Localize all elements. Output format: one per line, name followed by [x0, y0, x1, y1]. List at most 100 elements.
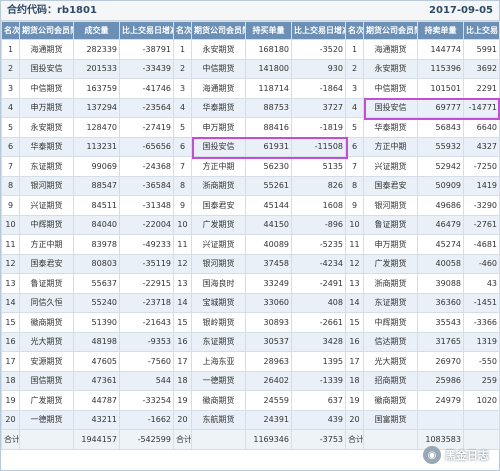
cell-rank: 9 [345, 195, 364, 216]
table-row[interactable]: 4 申万期货 137294 -23564 4 华泰期货 88753 3727 4 国投安信 6977… [1, 97, 500, 118]
table-row[interactable]: 12 国泰君安 80803 -35119 12 银河期货 37458 -4234 12 广发期货 4… [1, 253, 500, 274]
cell-member: 广发期货 [191, 214, 246, 235]
col-volume-change[interactable]: 比上交易日增减 [119, 21, 174, 40]
col-long-change[interactable]: 比上交易日增减 [291, 21, 346, 40]
col-member-3[interactable]: 期货公司会员简称 [363, 21, 418, 40]
cell-rank: 3 [345, 78, 364, 99]
table-row[interactable]: 17 安源期货 47605 -7560 17 上海东亚 28963 1395 17 光大期货 269… [1, 351, 500, 372]
cell-member: 海通期货 [363, 39, 418, 60]
cell-long-change: -5235 [291, 234, 346, 255]
cell-short: 35543 [417, 312, 464, 333]
cell-short: 36360 [417, 292, 464, 313]
table-row[interactable]: 14 同信久恒 55240 -23718 14 宝城期货 33060 408 14 东证期货 363… [1, 292, 500, 313]
cell-rank: 12 [173, 253, 192, 274]
cell-member: 鲁证期货 [363, 214, 418, 235]
cell-member: 国海良时 [191, 273, 246, 294]
totals-spacer [19, 429, 74, 450]
cell-long: 141800 [245, 58, 292, 79]
cell-volume-change: -33254 [119, 390, 174, 411]
table-row[interactable]: 3 中信期货 163759 -41746 3 海通期货 118714 -1864 3 中信期货 10… [1, 78, 500, 99]
cell-volume-change: -49233 [119, 234, 174, 255]
cell-member: 永安期货 [19, 117, 74, 138]
cell-rank: 13 [1, 273, 20, 294]
col-rank-1[interactable]: 名次 [1, 21, 20, 40]
cell-short: 46479 [417, 214, 464, 235]
cell-member: 东航期货 [191, 409, 246, 430]
cell-member: 国泰君安 [19, 253, 74, 274]
cell-member: 浙商期货 [191, 175, 246, 196]
cell-volume: 163759 [73, 78, 120, 99]
col-member-1[interactable]: 期货公司会员简称 [19, 21, 74, 40]
col-rank-2[interactable]: 名次 [173, 21, 192, 40]
cell-long: 24559 [245, 390, 292, 411]
cell-long: 168180 [245, 39, 292, 60]
cell-short-change: 1419 [463, 175, 500, 196]
cell-rank: 7 [345, 156, 364, 177]
table-row[interactable]: 6 华泰期货 113231 -65656 6 国投安信 61931 -11508 6 方正中期 55… [1, 136, 500, 157]
table-row[interactable]: 18 国信期货 47361 544 18 一德期货 26402 -1339 18 招商期货 2598… [1, 370, 500, 391]
cell-rank: 5 [173, 117, 192, 138]
cell-rank: 14 [173, 292, 192, 313]
cell-short-change: -550 [463, 351, 500, 372]
cell-long-change: 439 [291, 409, 346, 430]
cell-rank: 16 [345, 331, 364, 352]
cell-volume-change: -23718 [119, 292, 174, 313]
cell-volume-change: -36584 [119, 175, 174, 196]
cell-short-change: 1319 [463, 331, 500, 352]
table-row[interactable]: 8 银河期货 88547 -36584 8 浙商期货 55261 826 8 国泰君安 50909 1… [1, 175, 500, 196]
cell-long-change: -2661 [291, 312, 346, 333]
cell-member: 海通期货 [19, 39, 74, 60]
totals-volume-change: -542599 [119, 429, 174, 450]
cell-volume: 44787 [73, 390, 120, 411]
cell-volume: 201533 [73, 58, 120, 79]
cell-volume: 80803 [73, 253, 120, 274]
table-row[interactable]: 1 海通期货 282339 -38791 1 永安期货 168180 -3520 1 海通期货 14… [1, 39, 500, 60]
table-row[interactable]: 7 东证期货 99069 -24368 7 方正中期 56230 5135 7 兴证期货 52942… [1, 156, 500, 177]
col-short-change[interactable]: 比上交易日增减/变化 [463, 21, 500, 40]
table-row[interactable]: 5 永安期货 128470 -27419 5 申万期货 88416 -1819 5 华泰期货 568… [1, 117, 500, 138]
cell-member: 宝城期货 [191, 292, 246, 313]
cell-volume: 128470 [73, 117, 120, 138]
col-rank-3[interactable]: 名次 [345, 21, 364, 40]
col-volume[interactable]: 成交量 [73, 21, 120, 40]
cell-volume: 99069 [73, 156, 120, 177]
cell-volume: 88547 [73, 175, 120, 196]
col-member-2[interactable]: 期货公司会员简称 [191, 21, 246, 40]
cell-short: 69777 [417, 97, 464, 118]
cell-rank: 4 [345, 97, 364, 118]
totals-long: 1169346 [245, 429, 292, 450]
cell-volume-change: -9353 [119, 331, 174, 352]
cell-volume: 47605 [73, 351, 120, 372]
table-row[interactable]: 15 徽商期货 51390 -21643 15 银岭期货 30893 -2661 15 中辉期货 3… [1, 312, 500, 333]
cell-long: 37458 [245, 253, 292, 274]
cell-member: 国投安信 [363, 97, 418, 118]
cell-rank: 6 [1, 136, 20, 157]
totals-long-change: -3753 [291, 429, 346, 450]
table-row[interactable]: 19 广发期货 44787 -33254 19 徽商期货 24559 637 19 徽商期货 249… [1, 390, 500, 411]
cell-long-change: 930 [291, 58, 346, 79]
cell-member: 中信期货 [191, 58, 246, 79]
cell-member: 方正中期 [19, 234, 74, 255]
cell-member: 永安期货 [363, 58, 418, 79]
table-row[interactable]: 10 中辉期货 84040 -22004 10 广发期货 44150 -896 10 鲁证期货 46… [1, 214, 500, 235]
cell-volume-change: -21643 [119, 312, 174, 333]
cell-long-change: -1819 [291, 117, 346, 138]
table-row[interactable]: 20 一德期货 43211 -1662 20 东航期货 24391 439 20 国富期货 [1, 409, 500, 430]
col-short[interactable]: 持卖单量 [417, 21, 464, 40]
table-row[interactable]: 9 兴证期货 84511 -31348 9 国泰君安 45144 1608 9 银河期货 49686… [1, 195, 500, 216]
cell-short-change: 3692 [463, 58, 500, 79]
totals-label-2: 合计 [173, 429, 192, 450]
totals-spacer [363, 429, 418, 450]
cell-volume-change: 544 [119, 370, 174, 391]
cell-rank: 12 [1, 253, 20, 274]
cell-short: 40058 [417, 253, 464, 274]
table-row[interactable]: 11 方正中期 83978 -49233 11 兴证期货 40089 -5235 11 申万期货 4… [1, 234, 500, 255]
cell-long: 33249 [245, 273, 292, 294]
cell-member: 兴证期货 [19, 195, 74, 216]
table-row[interactable]: 16 光大期货 48198 -9353 16 东证期货 30537 3428 16 信达期货 317… [1, 331, 500, 352]
table-row[interactable]: 2 国投安信 201533 -33439 2 中信期货 141800 930 2 永安期货 1153… [1, 58, 500, 79]
col-long[interactable]: 持买单量 [245, 21, 292, 40]
cell-volume: 47361 [73, 370, 120, 391]
cell-short: 24979 [417, 390, 464, 411]
table-row[interactable]: 13 鲁证期货 55637 -22915 13 国海良时 33249 -2491 13 浙商期货 3… [1, 273, 500, 294]
